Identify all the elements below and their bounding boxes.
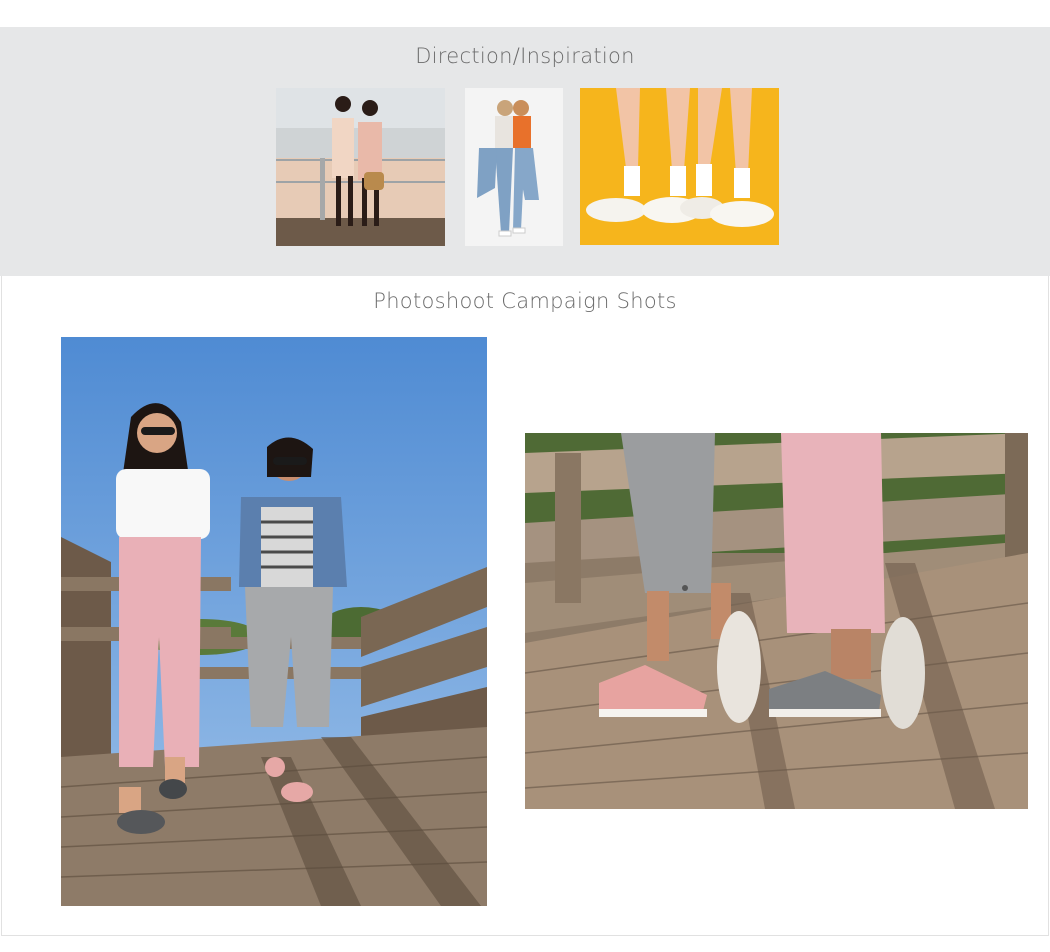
campaign-section: Photoshoot Campaign Shots	[1, 276, 1049, 936]
inspiration-photo-sneakers	[580, 88, 779, 245]
inspiration-photo-jeans	[465, 88, 563, 246]
campaign-photo-sneakers-closeup	[525, 433, 1028, 809]
campaign-title: Photoshoot Campaign Shots	[373, 289, 677, 313]
inspiration-section: Direction/Inspiration	[0, 27, 1050, 276]
inspiration-title: Direction/Inspiration	[415, 44, 635, 68]
inspiration-photo-boardwalk	[276, 88, 445, 246]
campaign-photo-women-walking	[61, 337, 487, 906]
